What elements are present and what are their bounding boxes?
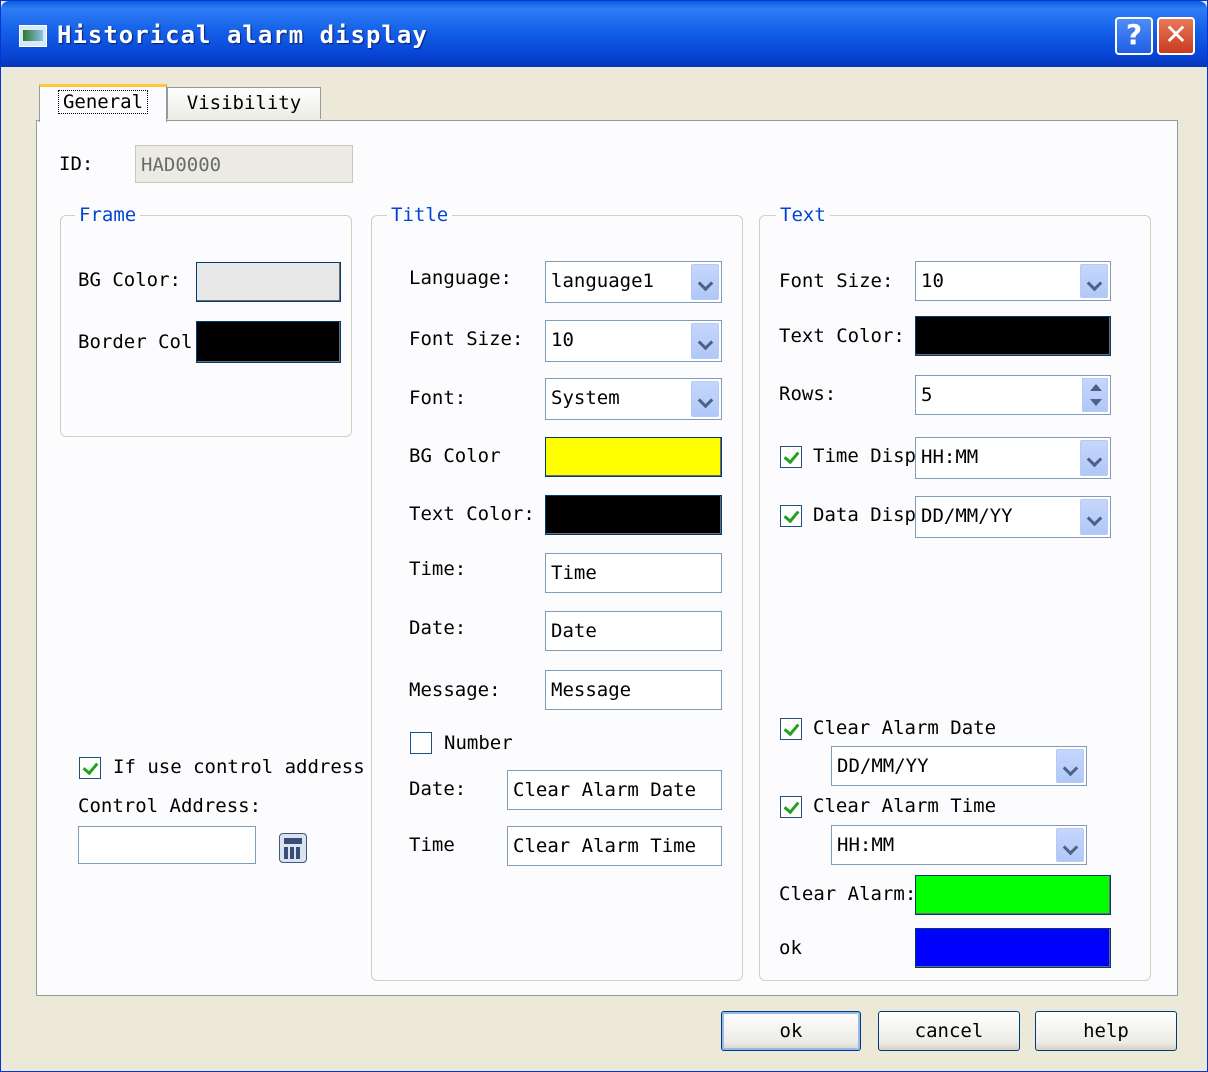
language-label: Language: — [409, 267, 512, 289]
font-value: System — [551, 387, 620, 409]
text-font-size-select[interactable]: 10 — [915, 261, 1111, 301]
chevron-down-icon[interactable] — [691, 381, 719, 417]
text-font-size-label: Font Size: — [779, 270, 894, 292]
chevron-down-icon[interactable] — [1056, 749, 1084, 783]
time-display-label: Time Disp — [813, 445, 915, 467]
title-text-color-swatch[interactable] — [545, 495, 722, 535]
title-group-title: Title — [387, 204, 453, 226]
close-button[interactable]: ✕ — [1157, 17, 1195, 55]
title-bg-color-swatch[interactable] — [545, 437, 722, 477]
control-address-label: Control Address: — [78, 795, 262, 817]
use-control-address-label: If use control address — [113, 756, 365, 778]
title-font-size-value: 10 — [551, 329, 574, 351]
ok-color-swatch[interactable] — [915, 928, 1111, 968]
font-label: Font: — [409, 387, 467, 409]
clear-alarm-time-checkbox[interactable] — [780, 796, 802, 818]
chevron-down-icon[interactable] — [691, 264, 719, 300]
window-icon — [19, 25, 47, 47]
clear-alarm-date-checkbox[interactable] — [780, 718, 802, 740]
spin-arrows-icon[interactable] — [1082, 378, 1108, 412]
rows-value: 5 — [921, 384, 933, 406]
id-field: HAD0000 — [135, 145, 353, 183]
time-input[interactable]: Time — [545, 553, 722, 593]
calculator-icon[interactable] — [279, 833, 307, 863]
clear-alarm-time-format-select[interactable]: HH:MM — [831, 825, 1087, 865]
date-format-value: DD/MM/YY — [921, 505, 1013, 527]
help-title-button[interactable]: ? — [1115, 17, 1153, 55]
clear-alarm-date-format-select[interactable]: DD/MM/YY — [831, 746, 1087, 786]
clear-alarm-time-input[interactable]: Clear Alarm Time — [507, 826, 722, 866]
window-title: Historical alarm display — [57, 21, 428, 49]
clear-alarm-time-format-value: HH:MM — [837, 834, 895, 856]
dialog-window: Historical alarm display ? ✕ General Vis… — [0, 0, 1208, 1072]
time-label: Time: — [409, 558, 467, 580]
title-font-size-select[interactable]: 10 — [545, 320, 722, 362]
use-control-address-checkbox[interactable] — [79, 757, 101, 779]
chevron-down-icon[interactable] — [691, 323, 719, 359]
message-input[interactable]: Message — [545, 670, 722, 710]
text-font-size-value: 10 — [921, 270, 944, 292]
title-text-color-label: Text Color: — [409, 503, 535, 525]
message-label: Message: — [409, 679, 501, 701]
cancel-button[interactable]: cancel — [878, 1011, 1020, 1051]
clear-alarm-date-label: Clear Alarm Date — [813, 717, 997, 739]
language-value: language1 — [551, 270, 654, 292]
tab-general[interactable]: General — [39, 84, 167, 122]
chevron-down-icon[interactable] — [1080, 264, 1108, 298]
chevron-down-icon[interactable] — [1080, 440, 1108, 476]
clear-alarm-color-swatch[interactable] — [915, 875, 1111, 915]
clear-time-label: Time — [409, 834, 455, 856]
date-input[interactable]: Date — [545, 611, 722, 651]
frame-bg-color-swatch[interactable] — [196, 262, 341, 302]
tab-visibility[interactable]: Visibility — [167, 87, 321, 119]
clear-alarm-date-input[interactable]: Clear Alarm Date — [507, 770, 722, 810]
time-display-checkbox[interactable] — [780, 446, 802, 468]
date-display-checkbox[interactable] — [780, 505, 802, 527]
time-format-select[interactable]: HH:MM — [915, 437, 1111, 479]
rows-label: Rows: — [779, 383, 837, 405]
title-font-size-label: Font Size: — [409, 328, 524, 350]
rows-stepper[interactable]: 5 — [915, 375, 1111, 415]
clear-alarm-date-format-value: DD/MM/YY — [837, 755, 929, 777]
text-group-title: Text — [776, 204, 830, 226]
text-color-swatch[interactable] — [915, 316, 1111, 356]
control-address-input[interactable] — [78, 826, 256, 864]
time-format-value: HH:MM — [921, 446, 979, 468]
frame-bg-color-label: BG Color: — [78, 269, 181, 291]
title-bg-color-label: BG Color — [409, 445, 501, 467]
chevron-down-icon[interactable] — [1080, 499, 1108, 535]
frame-group-title: Frame — [75, 204, 141, 226]
clear-alarm-color-label: Clear Alarm: — [779, 883, 917, 905]
date-format-select[interactable]: DD/MM/YY — [915, 496, 1111, 538]
font-select[interactable]: System — [545, 378, 722, 420]
frame-border-color-swatch[interactable] — [196, 321, 341, 363]
date-display-label: Data Disp — [813, 504, 915, 526]
title-bar[interactable]: Historical alarm display ? ✕ — [1, 1, 1207, 67]
chevron-down-icon[interactable] — [1056, 828, 1084, 862]
frame-border-color-label: Border Col — [78, 331, 193, 353]
id-label: ID: — [59, 153, 94, 175]
clear-date-label: Date: — [409, 778, 467, 800]
ok-color-label: ok — [779, 937, 802, 959]
language-select[interactable]: language1 — [545, 261, 722, 303]
number-label: Number — [444, 732, 513, 754]
ok-button[interactable]: ok — [721, 1011, 861, 1051]
help-button[interactable]: help — [1035, 1011, 1177, 1051]
number-checkbox[interactable] — [410, 732, 432, 754]
text-color-label: Text Color: — [779, 325, 905, 347]
date-label: Date: — [409, 617, 467, 639]
clear-alarm-time-label: Clear Alarm Time — [813, 795, 997, 817]
